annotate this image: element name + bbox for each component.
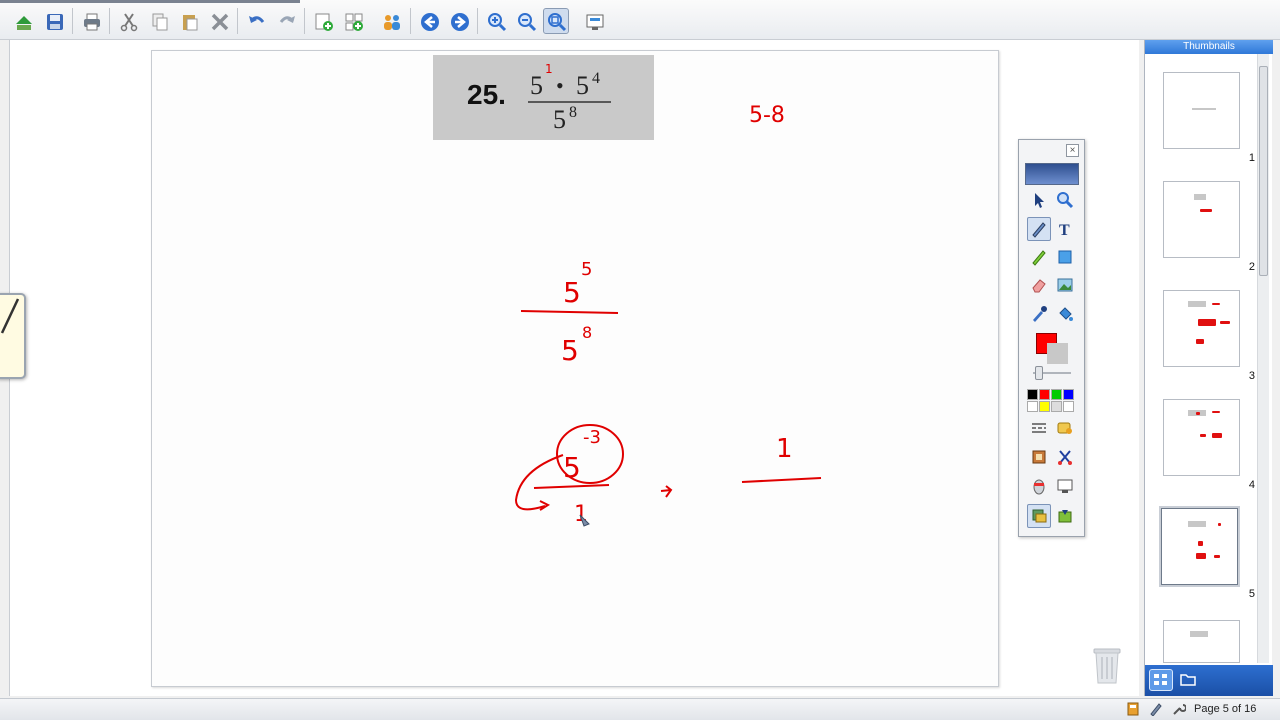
- thumbnail-page-2[interactable]: [1163, 181, 1240, 258]
- export-tool[interactable]: [1053, 504, 1077, 528]
- thumbnails-panel: Thumbnails 1 2 3 4 5: [1144, 40, 1273, 696]
- trash-icon[interactable]: [1091, 643, 1123, 685]
- thumbnail-page-4[interactable]: [1163, 399, 1240, 476]
- ink-fraction-top-base: 5: [563, 276, 581, 309]
- thumbnail-page-3[interactable]: [1163, 290, 1240, 367]
- color-swatch[interactable]: [1027, 401, 1038, 412]
- ink-bottom-bar: [533, 484, 610, 489]
- thumbnails-scrollbar[interactable]: [1257, 54, 1269, 663]
- status-bar: Page 5 of 16: [0, 698, 1280, 720]
- ink-fraction-bottom-base: 5: [561, 334, 579, 367]
- grid-icon: [1154, 674, 1167, 685]
- tools-tool[interactable]: [1053, 445, 1077, 469]
- ink-circled-base: 5: [563, 451, 581, 484]
- fill-tool[interactable]: [1053, 302, 1077, 326]
- color-swatch[interactable]: [1027, 389, 1038, 400]
- rectangle-icon: [1058, 250, 1072, 264]
- secondary-color-swatch[interactable]: [1047, 343, 1068, 364]
- thumbnail-page-5[interactable]: [1159, 506, 1240, 587]
- shape-tool[interactable]: [1053, 245, 1077, 269]
- color-swatch[interactable]: [1039, 389, 1050, 400]
- zoom-tool[interactable]: [1053, 188, 1077, 212]
- color-swatch[interactable]: [1051, 401, 1062, 412]
- mouse-mode-tool[interactable]: [1027, 474, 1051, 498]
- pen-preview: [1025, 163, 1079, 185]
- folder-icon: [1180, 674, 1196, 686]
- pen-status-icon[interactable]: [1149, 702, 1163, 716]
- image-tool[interactable]: [1053, 273, 1077, 297]
- text-icon: T: [1059, 222, 1070, 238]
- clipart-icon: [1032, 450, 1046, 464]
- select-tool[interactable]: [1027, 188, 1051, 212]
- highlighter-icon: [1032, 250, 1046, 266]
- line-style-tool[interactable]: [1027, 416, 1051, 440]
- thumbnail-page-6[interactable]: [1163, 620, 1240, 663]
- ink-right-arrow: [660, 485, 673, 498]
- thumbnail-number: 2: [1248, 261, 1255, 273]
- pen-tool[interactable]: [1027, 217, 1051, 241]
- eraser-icon: [1032, 279, 1046, 293]
- scissors-icon: [1058, 450, 1072, 465]
- color-swatch[interactable]: [1063, 389, 1074, 400]
- ink-layer: 5-8 5 5 5 8 5 -3 1 1: [514, 103, 822, 527]
- dropper-tool[interactable]: [1027, 302, 1051, 326]
- pen-icon: [1032, 222, 1046, 238]
- width-slider-handle[interactable]: [1035, 366, 1043, 380]
- ink-fraction-bottom-exp: 8: [582, 323, 592, 342]
- close-icon[interactable]: ×: [1066, 144, 1079, 157]
- tools-palette: × T: [1018, 139, 1085, 537]
- color-swatch[interactable]: [1039, 401, 1050, 412]
- thumbnails-header: Thumbnails: [1145, 40, 1273, 54]
- page-indicator: Page 5 of 16: [1194, 703, 1257, 715]
- ink-loop-arrow: [514, 454, 564, 511]
- mouse-icon: [1033, 479, 1045, 495]
- color-swatch[interactable]: [1051, 389, 1062, 400]
- clipart-tool[interactable]: [1027, 445, 1051, 469]
- screen-icon: [1057, 479, 1073, 493]
- notebook-icon[interactable]: [1126, 702, 1140, 716]
- wrench-icon[interactable]: [1172, 702, 1186, 716]
- export-icon: [1058, 510, 1072, 523]
- tab-thumbnails[interactable]: [1149, 669, 1173, 691]
- fill-icon: [1059, 307, 1073, 321]
- color-swatch[interactable]: [1063, 401, 1074, 412]
- ink-result-numerator: 1: [776, 434, 793, 464]
- ink-top-right: 5-8: [749, 103, 785, 128]
- eraser-tool[interactable]: [1027, 273, 1051, 297]
- ink-fraction-bar: [520, 310, 619, 314]
- layers-icon: [1032, 509, 1047, 523]
- screen-tool[interactable]: [1053, 474, 1077, 498]
- text-tool[interactable]: T: [1053, 217, 1077, 241]
- magnifier-icon: [1057, 192, 1074, 209]
- line-style-icon: [1032, 423, 1046, 433]
- whiteboard-app: 25. 5 • 5 4 5 8 1 5-8 5 5 5 8 5 -3 1 1 ×…: [0, 0, 1280, 720]
- scrollbar-thumb[interactable]: [1259, 66, 1268, 276]
- ink-result-bar: [741, 477, 822, 483]
- note-tool[interactable]: [1053, 416, 1077, 440]
- svg-text:T: T: [1059, 222, 1070, 238]
- tab-folder[interactable]: [1177, 669, 1201, 691]
- image-icon: [1057, 278, 1073, 292]
- thumbnail-number: 3: [1248, 370, 1255, 382]
- ink-fraction-top-exp: 5: [581, 259, 592, 280]
- thumbnail-number: 5: [1248, 588, 1255, 600]
- ink-circled-exp: -3: [583, 427, 601, 448]
- layer-tool[interactable]: [1027, 504, 1051, 528]
- thumbnail-number: 4: [1248, 479, 1255, 491]
- pointer-icon: [1035, 193, 1044, 208]
- thumbnail-page-1[interactable]: [1163, 72, 1240, 149]
- panel-tabs: [1145, 665, 1273, 696]
- highlighter-tool[interactable]: [1027, 245, 1051, 269]
- thumbnail-number: 1: [1248, 152, 1255, 164]
- note-icon: [1057, 422, 1072, 434]
- dropper-icon: [1033, 306, 1047, 322]
